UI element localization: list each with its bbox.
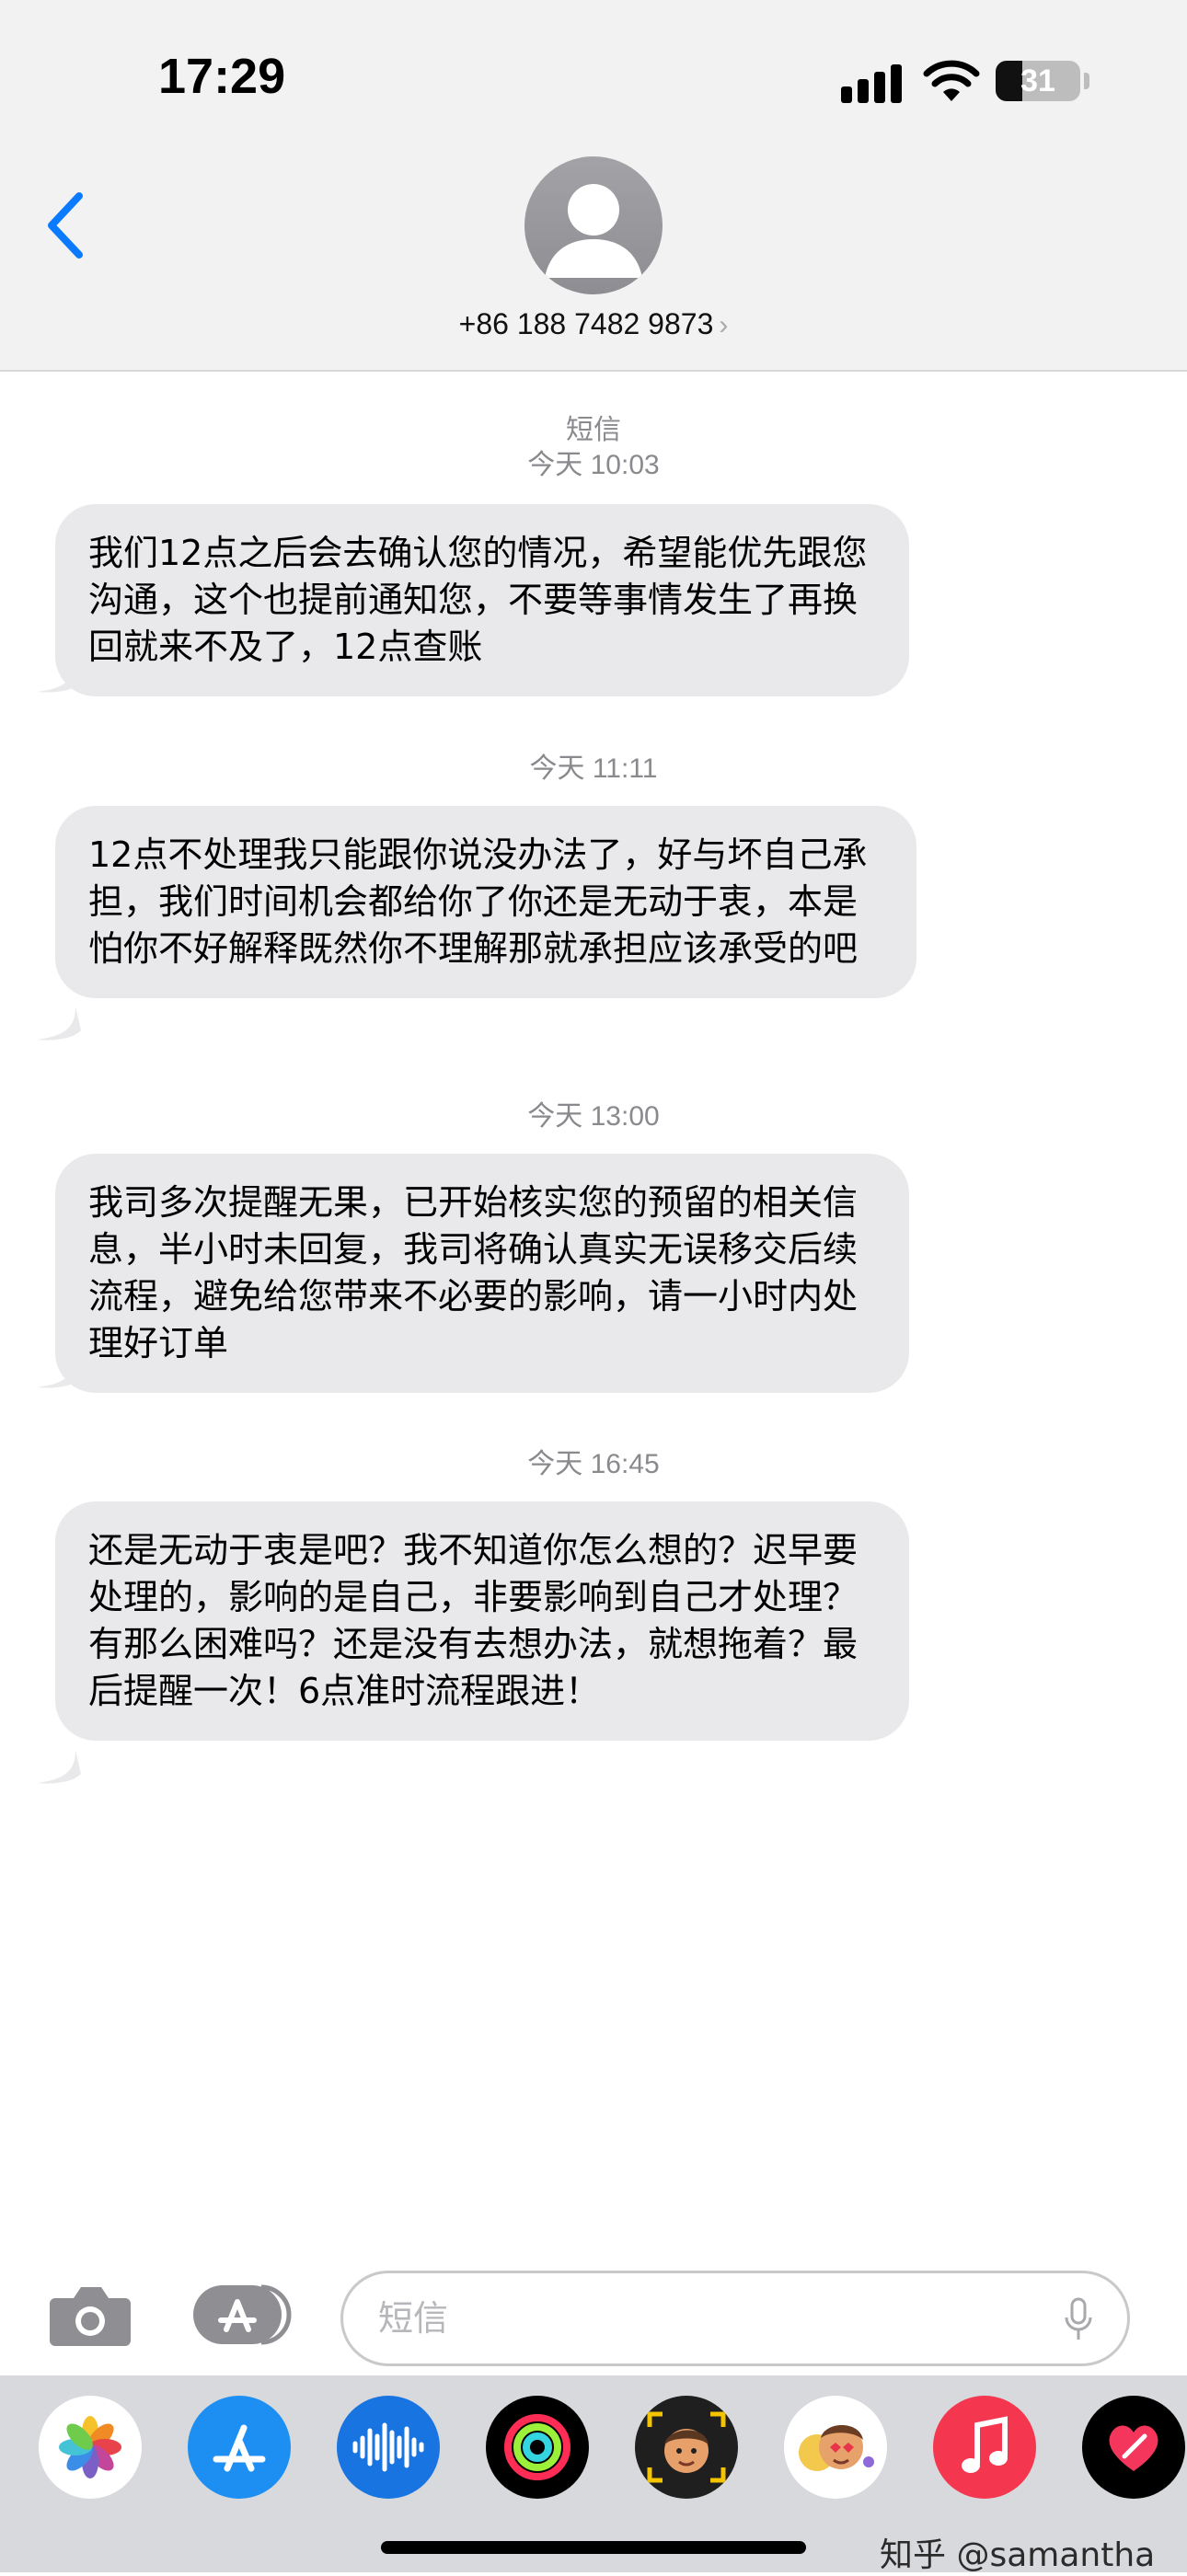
watermark: 知乎 @samantha bbox=[880, 2536, 1156, 2574]
conversation-header: 17:29 31 +86 188 7482 9873 › bbox=[0, 0, 1187, 372]
digital-touch-button[interactable] bbox=[1082, 2396, 1185, 2499]
digital-touch-icon bbox=[1109, 2425, 1158, 2471]
wifi-icon bbox=[923, 60, 980, 101]
photos-icon bbox=[59, 2416, 121, 2478]
status-time: 17:29 bbox=[158, 49, 286, 104]
audio-message-button[interactable] bbox=[337, 2396, 440, 2499]
back-chevron-icon[interactable] bbox=[37, 189, 92, 262]
bubble-tail bbox=[37, 1006, 81, 1041]
memoji-icon bbox=[647, 2411, 726, 2483]
message-bubble[interactable]: 我们12点之后会去确认您的情况，希望能优先跟您沟通，这个也提前通知您，不要等事情… bbox=[55, 504, 909, 696]
message-timestamp: 今天 10:03 bbox=[527, 450, 660, 480]
dictation-mic-icon[interactable] bbox=[1063, 2297, 1094, 2341]
cellular-signal-icon bbox=[841, 61, 907, 103]
contact-chevron-icon: › bbox=[719, 310, 729, 340]
audio-message-icon bbox=[352, 2422, 424, 2472]
contact-avatar[interactable] bbox=[524, 156, 663, 294]
music-button[interactable] bbox=[933, 2396, 1036, 2499]
message-timestamp: 今天 13:00 bbox=[527, 1101, 660, 1132]
person-silhouette-icon bbox=[545, 184, 642, 278]
battery-tip bbox=[1084, 73, 1089, 89]
music-icon bbox=[962, 2416, 1008, 2473]
message-bubble[interactable]: 还是无动于衷是吧？我不知道你怎么想的？迟早要处理的，影响的是自己，非要影响到自己… bbox=[55, 1501, 909, 1741]
fitness-icon bbox=[504, 2414, 570, 2480]
memoji-button[interactable] bbox=[635, 2396, 738, 2499]
fitness-button[interactable] bbox=[486, 2396, 589, 2499]
apps-button-icon[interactable] bbox=[191, 2282, 294, 2348]
contact-number: +86 188 7482 9873 bbox=[458, 307, 714, 340]
app-store-icon bbox=[213, 2424, 266, 2472]
message-timestamp: 今天 11:11 bbox=[529, 753, 658, 784]
photos-app-button[interactable] bbox=[39, 2396, 142, 2499]
battery-percent: 31 bbox=[1020, 63, 1055, 98]
message-bubble[interactable]: 我司多次提醒无果，已开始核实您的预留的相关信息，半小时未回复，我司将确认真实无误… bbox=[55, 1154, 909, 1393]
battery-icon: 31 bbox=[996, 61, 1080, 101]
bubble-tail bbox=[37, 1750, 81, 1784]
memoji-stickers-button[interactable] bbox=[784, 2396, 887, 2499]
message-timestamp: 今天 16:45 bbox=[527, 1449, 660, 1479]
message-input-placeholder: 短信 bbox=[378, 2298, 449, 2339]
memoji-stickers-icon bbox=[799, 2425, 874, 2471]
app-store-button[interactable] bbox=[188, 2396, 291, 2499]
home-indicator[interactable] bbox=[381, 2541, 806, 2554]
contact-name-button[interactable]: +86 188 7482 9873 › bbox=[0, 307, 1187, 341]
message-bubble[interactable]: 12点不处理我只能跟你说没办法了，好与坏自己承担，我们时间机会都给你了你还是无动… bbox=[55, 806, 916, 998]
camera-icon[interactable] bbox=[48, 2282, 133, 2348]
message-input[interactable]: 短信 bbox=[340, 2271, 1130, 2366]
